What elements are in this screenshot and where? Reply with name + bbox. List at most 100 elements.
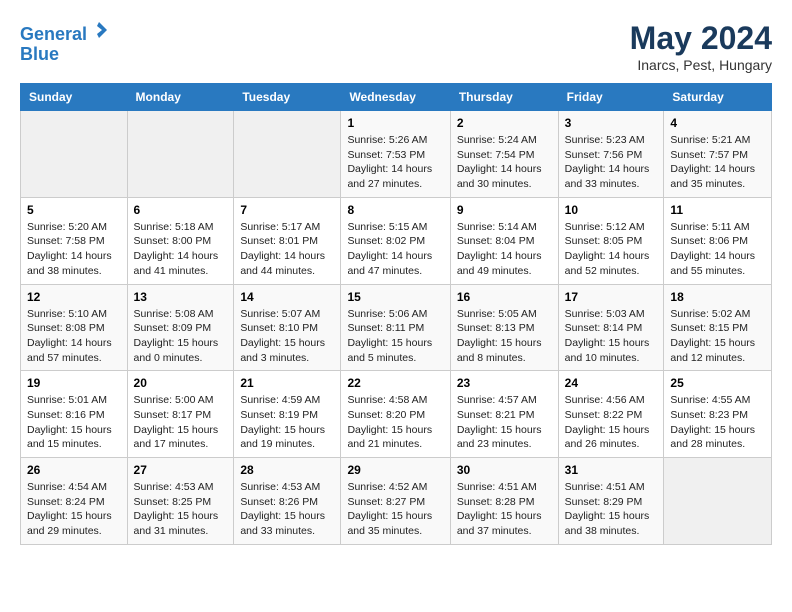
calendar-cell [127, 111, 234, 198]
day-info: Sunrise: 4:51 AMSunset: 8:28 PMDaylight:… [457, 480, 552, 539]
calendar-cell [234, 111, 341, 198]
day-number: 31 [565, 463, 658, 477]
main-title: May 2024 [630, 20, 772, 57]
day-number: 30 [457, 463, 552, 477]
calendar-cell: 12 Sunrise: 5:10 AMSunset: 8:08 PMDayligh… [21, 284, 128, 371]
calendar-cell: 24Sunrise: 4:56 AMSunset: 8:22 PMDayligh… [558, 371, 664, 458]
day-info: Sunrise: 5:03 AMSunset: 8:14 PMDaylight:… [565, 307, 658, 366]
day-number: 13 [134, 290, 228, 304]
day-number: 19 [27, 376, 121, 390]
logo-icon [89, 20, 109, 40]
day-info: Sunrise: 4:53 AMSunset: 8:26 PMDaylight:… [240, 480, 334, 539]
day-info: Sunrise: 4:54 AMSunset: 8:24 PMDaylight:… [27, 480, 121, 539]
day-number: 25 [670, 376, 765, 390]
calendar-cell: 30 Sunrise: 4:51 AMSunset: 8:28 PMDayligh… [450, 458, 558, 545]
day-number: 14 [240, 290, 334, 304]
day-info: Sunrise: 5:18 AMSunset: 8:00 PMDaylight:… [134, 220, 228, 279]
calendar-cell: 14 Sunrise: 5:07 AMSunset: 8:10 PMDayligh… [234, 284, 341, 371]
day-info: Sunrise: 4:55 AMSunset: 8:23 PMDaylight:… [670, 393, 765, 452]
calendar-cell: 7Sunrise: 5:17 AMSunset: 8:01 PMDaylight… [234, 197, 341, 284]
day-number: 28 [240, 463, 334, 477]
day-number: 17 [565, 290, 658, 304]
calendar-week-row: 19 Sunrise: 5:01 AMSunset: 8:16 PMDayligh… [21, 371, 772, 458]
weekday-header-monday: Monday [127, 84, 234, 111]
day-number: 21 [240, 376, 334, 390]
day-info: Sunrise: 5:02 AMSunset: 8:15 PMDaylight:… [670, 307, 765, 366]
day-info: Sunrise: 5:20 AMSunset: 7:58 PMDaylight:… [27, 220, 121, 279]
day-info: Sunrise: 5:14 AMSunset: 8:04 PMDaylight:… [457, 220, 552, 279]
day-info: Sunrise: 4:56 AMSunset: 8:22 PMDaylight:… [565, 393, 658, 452]
day-number: 1 [347, 116, 443, 130]
day-number: 4 [670, 116, 765, 130]
day-number: 12 [27, 290, 121, 304]
calendar-cell: 23 Sunrise: 4:57 AMSunset: 8:21 PMDayligh… [450, 371, 558, 458]
calendar-cell: 9 Sunrise: 5:14 AMSunset: 8:04 PMDaylight… [450, 197, 558, 284]
day-info: Sunrise: 5:24 AMSunset: 7:54 PMDaylight:… [457, 133, 552, 192]
day-info: Sunrise: 5:00 AMSunset: 8:17 PMDaylight:… [134, 393, 228, 452]
calendar-cell: 6 Sunrise: 5:18 AMSunset: 8:00 PMDaylight… [127, 197, 234, 284]
day-info: Sunrise: 5:21 AMSunset: 7:57 PMDaylight:… [670, 133, 765, 192]
day-info: Sunrise: 5:07 AMSunset: 8:10 PMDaylight:… [240, 307, 334, 366]
day-info: Sunrise: 5:01 AMSunset: 8:16 PMDaylight:… [27, 393, 121, 452]
day-number: 11 [670, 203, 765, 217]
day-info: Sunrise: 5:10 AMSunset: 8:08 PMDaylight:… [27, 307, 121, 366]
calendar-cell: 20 Sunrise: 5:00 AMSunset: 8:17 PMDayligh… [127, 371, 234, 458]
calendar-cell: 15Sunrise: 5:06 AMSunset: 8:11 PMDayligh… [341, 284, 450, 371]
day-number: 15 [347, 290, 443, 304]
calendar-cell: 5 Sunrise: 5:20 AMSunset: 7:58 PMDaylight… [21, 197, 128, 284]
day-number: 18 [670, 290, 765, 304]
day-number: 29 [347, 463, 443, 477]
calendar-week-row: 1 Sunrise: 5:26 AMSunset: 7:53 PMDaylight… [21, 111, 772, 198]
calendar-header-row: SundayMondayTuesdayWednesdayThursdayFrid… [21, 84, 772, 111]
calendar-cell: 13 Sunrise: 5:08 AMSunset: 8:09 PMDayligh… [127, 284, 234, 371]
day-number: 23 [457, 376, 552, 390]
calendar-cell: 22 Sunrise: 4:58 AMSunset: 8:20 PMDayligh… [341, 371, 450, 458]
logo-blue: Blue [20, 44, 59, 64]
day-info: Sunrise: 5:12 AMSunset: 8:05 PMDaylight:… [565, 220, 658, 279]
calendar-week-row: 26Sunrise: 4:54 AMSunset: 8:24 PMDayligh… [21, 458, 772, 545]
calendar-cell: 18 Sunrise: 5:02 AMSunset: 8:15 PMDayligh… [664, 284, 772, 371]
calendar-cell: 27 Sunrise: 4:53 AMSunset: 8:25 PMDayligh… [127, 458, 234, 545]
day-number: 20 [134, 376, 228, 390]
day-number: 8 [347, 203, 443, 217]
day-info: Sunrise: 4:57 AMSunset: 8:21 PMDaylight:… [457, 393, 552, 452]
calendar-cell: 31 Sunrise: 4:51 AMSunset: 8:29 PMDayligh… [558, 458, 664, 545]
day-info: Sunrise: 4:58 AMSunset: 8:20 PMDaylight:… [347, 393, 443, 452]
title-block: May 2024 Inarcs, Pest, Hungary [630, 20, 772, 73]
day-number: 5 [27, 203, 121, 217]
calendar-cell: 11 Sunrise: 5:11 AMSunset: 8:06 PMDayligh… [664, 197, 772, 284]
calendar-cell: 3Sunrise: 5:23 AMSunset: 7:56 PMDaylight… [558, 111, 664, 198]
day-number: 9 [457, 203, 552, 217]
calendar-cell: 16 Sunrise: 5:05 AMSunset: 8:13 PMDayligh… [450, 284, 558, 371]
day-info: Sunrise: 5:17 AMSunset: 8:01 PMDaylight:… [240, 220, 334, 279]
day-number: 16 [457, 290, 552, 304]
day-info: Sunrise: 5:05 AMSunset: 8:13 PMDaylight:… [457, 307, 552, 366]
calendar-cell [664, 458, 772, 545]
logo: General Blue [20, 20, 109, 65]
subtitle: Inarcs, Pest, Hungary [630, 57, 772, 73]
calendar-table: SundayMondayTuesdayWednesdayThursdayFrid… [20, 83, 772, 545]
calendar-cell: 10Sunrise: 5:12 AMSunset: 8:05 PMDayligh… [558, 197, 664, 284]
day-info: Sunrise: 5:08 AMSunset: 8:09 PMDaylight:… [134, 307, 228, 366]
day-info: Sunrise: 5:15 AMSunset: 8:02 PMDaylight:… [347, 220, 443, 279]
day-info: Sunrise: 5:26 AMSunset: 7:53 PMDaylight:… [347, 133, 443, 192]
day-info: Sunrise: 4:59 AMSunset: 8:19 PMDaylight:… [240, 393, 334, 452]
day-info: Sunrise: 5:11 AMSunset: 8:06 PMDaylight:… [670, 220, 765, 279]
day-info: Sunrise: 4:51 AMSunset: 8:29 PMDaylight:… [565, 480, 658, 539]
day-info: Sunrise: 4:52 AMSunset: 8:27 PMDaylight:… [347, 480, 443, 539]
page-header: General Blue May 2024 Inarcs, Pest, Hung… [20, 20, 772, 73]
day-number: 2 [457, 116, 552, 130]
calendar-cell: 17 Sunrise: 5:03 AMSunset: 8:14 PMDayligh… [558, 284, 664, 371]
day-number: 6 [134, 203, 228, 217]
calendar-cell: 28 Sunrise: 4:53 AMSunset: 8:26 PMDayligh… [234, 458, 341, 545]
calendar-cell: 21 Sunrise: 4:59 AMSunset: 8:19 PMDayligh… [234, 371, 341, 458]
day-number: 27 [134, 463, 228, 477]
calendar-cell: 4 Sunrise: 5:21 AMSunset: 7:57 PMDaylight… [664, 111, 772, 198]
weekday-header-thursday: Thursday [450, 84, 558, 111]
calendar-cell: 29 Sunrise: 4:52 AMSunset: 8:27 PMDayligh… [341, 458, 450, 545]
logo-general: General [20, 24, 87, 44]
day-info: Sunrise: 4:53 AMSunset: 8:25 PMDaylight:… [134, 480, 228, 539]
calendar-week-row: 5 Sunrise: 5:20 AMSunset: 7:58 PMDaylight… [21, 197, 772, 284]
day-number: 22 [347, 376, 443, 390]
weekday-header-sunday: Sunday [21, 84, 128, 111]
